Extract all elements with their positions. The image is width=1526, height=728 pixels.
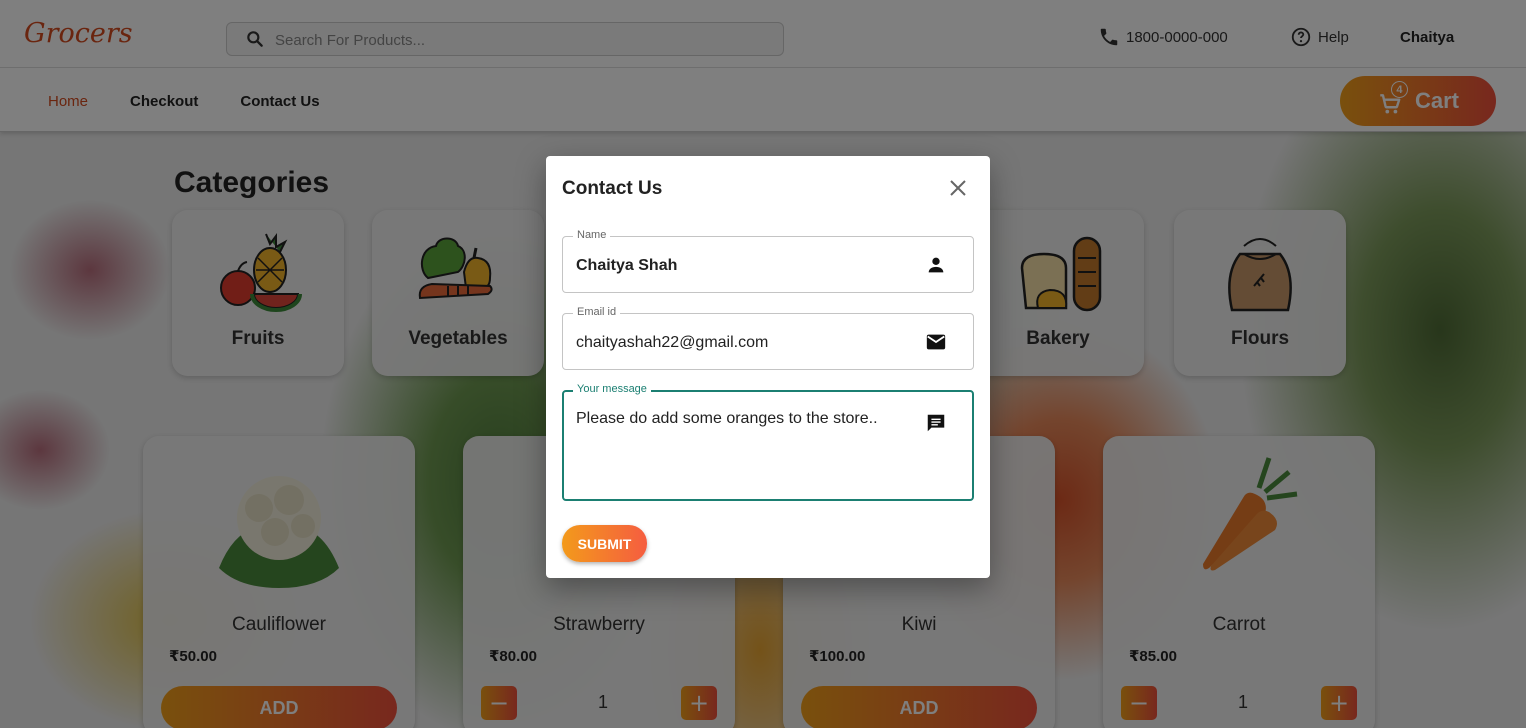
email-field: Email id [562,306,974,370]
name-label: Name [573,229,611,241]
submit-button[interactable]: SUBMIT [562,525,647,562]
comment-icon [927,414,945,432]
close-icon [950,180,966,196]
name-input[interactable] [576,255,916,277]
person-icon [928,257,944,273]
close-button[interactable] [946,176,970,200]
email-input[interactable] [576,332,916,354]
mail-icon [926,334,946,350]
name-field: Name [562,229,974,293]
message-label: Your message [573,383,651,395]
contact-us-dialog: Contact Us Name Email id Your message Pl… [546,156,990,578]
dialog-title: Contact Us [562,178,663,199]
email-label: Email id [573,306,621,318]
message-input[interactable]: Please do add some oranges to the store.… [576,410,916,490]
message-field: Your message Please do add some oranges … [562,383,974,501]
